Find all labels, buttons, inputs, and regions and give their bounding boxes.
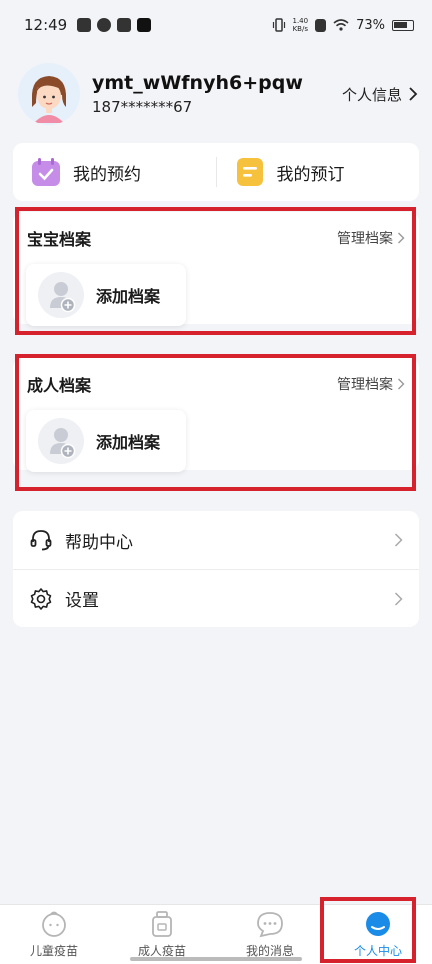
home-indicator: [130, 957, 302, 961]
network-speed: 1.40 KB/s: [292, 17, 309, 33]
personal-info-label: 个人信息: [341, 85, 402, 104]
my-bookings-label: 我的预订: [276, 164, 345, 185]
adult-profile-section: 成人档案 管理档案 添加档案: [13, 358, 419, 472]
manage-profiles-label: 管理档案: [337, 231, 393, 247]
add-baby-profile-button[interactable]: 添加档案: [26, 264, 186, 326]
status-time: 12:49: [24, 16, 68, 34]
manage-baby-profiles-link[interactable]: 管理档案: [337, 228, 405, 248]
document-icon: [236, 158, 263, 186]
bottle-icon: [152, 911, 172, 937]
no-sim-icon: [315, 18, 327, 32]
add-person-icon: [38, 272, 84, 318]
child-icon: [42, 911, 66, 937]
settings-label: 设置: [65, 591, 99, 611]
avatar[interactable]: [18, 63, 80, 125]
add-profile-label: 添加档案: [96, 287, 161, 306]
chevron-right-icon: [394, 533, 403, 547]
bottom-tab-bar: 儿童疫苗 成人疫苗 我的消息 个人中心: [0, 904, 432, 964]
chevron-right-icon: [409, 87, 418, 101]
add-person-icon: [38, 418, 84, 464]
help-center-item[interactable]: 帮助中心: [13, 511, 419, 569]
notification-icon: [97, 18, 112, 32]
my-appointments-label: 我的预约: [73, 164, 141, 185]
manage-profiles-label: 管理档案: [337, 377, 393, 393]
tab-my-messages[interactable]: 我的消息: [216, 905, 324, 964]
add-profile-label: 添加档案: [96, 433, 161, 452]
battery-percent: 73%: [356, 17, 385, 33]
my-bookings-button[interactable]: 我的预订: [215, 157, 420, 187]
tab-label: 个人中心: [353, 944, 402, 958]
add-adult-profile-button[interactable]: 添加档案: [26, 410, 186, 472]
quick-actions-card: 我的预约 我的预订: [13, 143, 419, 201]
gear-icon: [30, 587, 52, 610]
chevron-right-icon: [398, 232, 405, 244]
baby-profile-section: 宝宝档案 管理档案 添加档案: [13, 212, 419, 326]
username: ymt_wWfnyh6+pqw: [92, 72, 303, 94]
battery-icon: [392, 19, 414, 31]
notification-icons: [77, 18, 152, 32]
my-appointments-button[interactable]: 我的预约: [13, 157, 216, 187]
wifi-icon: [333, 19, 349, 31]
personal-info-link[interactable]: 个人信息: [342, 84, 418, 105]
chevron-right-icon: [394, 591, 403, 606]
profile-header[interactable]: ymt_wWfnyh6+pqw 187*******67 个人信息: [18, 62, 418, 126]
notification-icon: [77, 18, 92, 32]
vibrate-icon: [272, 18, 285, 32]
menu-card: 帮助中心 设置: [13, 511, 419, 627]
baby-profile-title: 宝宝档案: [27, 230, 92, 249]
help-center-label: 帮助中心: [65, 532, 133, 553]
headset-icon: [30, 530, 52, 551]
status-bar: 12:49 1.40 KB/s 73%: [0, 0, 432, 50]
settings-item[interactable]: 设置: [13, 569, 419, 627]
tiktok-icon: [137, 18, 152, 32]
chevron-right-icon: [398, 378, 405, 390]
girl-avatar-icon: [18, 63, 80, 125]
tab-label: 儿童疫苗: [29, 944, 78, 958]
adult-profile-title: 成人档案: [27, 376, 92, 395]
manage-adult-profiles-link[interactable]: 管理档案: [337, 374, 405, 394]
tab-adult-vaccines[interactable]: 成人疫苗: [108, 905, 216, 964]
profile-icon: [366, 912, 390, 936]
tab-child-vaccines[interactable]: 儿童疫苗: [0, 905, 108, 964]
calendar-check-icon: [32, 158, 60, 186]
notification-icon: [117, 18, 132, 32]
phone-number: 187*******67: [92, 98, 193, 116]
tab-personal-center[interactable]: 个人中心: [324, 905, 432, 964]
message-icon: [257, 912, 283, 938]
